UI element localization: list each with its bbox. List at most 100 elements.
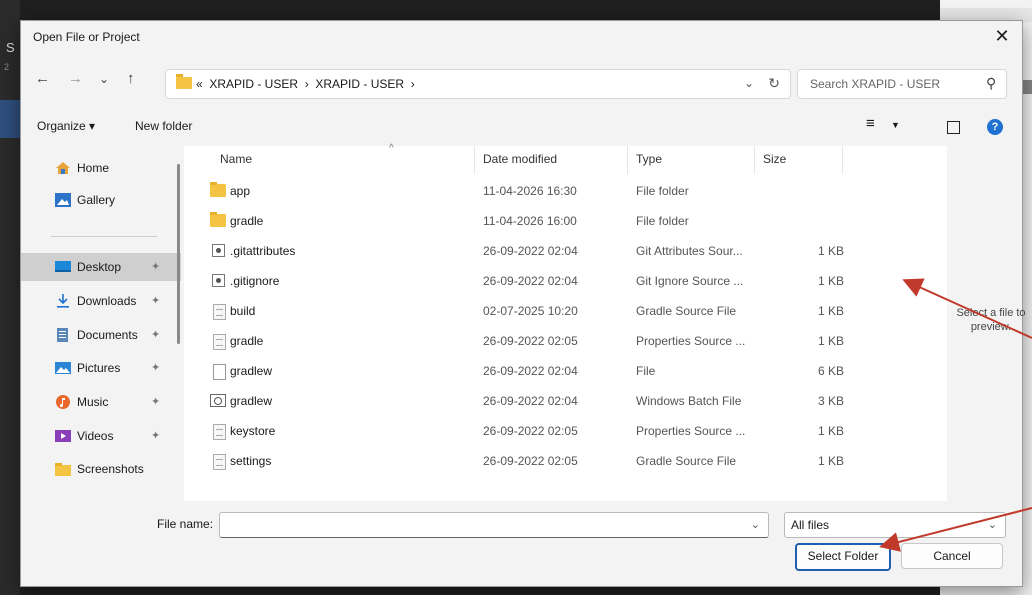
pin-icon[interactable]: ✦ <box>151 328 160 341</box>
sidebar-item-documents[interactable]: Documents ✦ <box>21 321 181 349</box>
file-row[interactable]: gradlew 26-09-2022 02:04 Windows Batch F… <box>204 386 934 416</box>
file-size: 1 KB <box>817 424 844 438</box>
file-name-input[interactable]: ⌄ <box>219 512 769 538</box>
file-type: File folder <box>636 184 689 198</box>
view-options-icon[interactable]: ≡ <box>866 115 875 132</box>
sidebar-item-videos[interactable]: Videos ✦ <box>21 422 181 450</box>
pin-icon[interactable]: ✦ <box>151 361 160 374</box>
search-icon[interactable]: ⚲ <box>986 75 996 92</box>
sidebar-item-label: Screenshots <box>77 462 144 476</box>
file-date: 26-09-2022 02:04 <box>483 364 578 378</box>
column-header-type[interactable]: Type <box>636 152 662 166</box>
address-dropdown-icon[interactable]: ⌄ <box>744 76 754 90</box>
select-folder-button[interactable]: Select Folder <box>795 543 891 571</box>
file-row[interactable]: keystore 26-09-2022 02:05 Properties Sou… <box>204 416 934 446</box>
file-type-filter[interactable]: All files ⌄ <box>784 512 1006 538</box>
preview-pane-icon[interactable] <box>947 121 960 134</box>
address-bar[interactable]: « XRAPID - USER › XRAPID - USER › ⌄ ↻ <box>165 69 791 99</box>
sidebar-item-label: Home <box>77 161 110 175</box>
videos-icon <box>55 430 71 442</box>
search-placeholder[interactable]: Search XRAPID - USER <box>810 77 940 91</box>
column-divider[interactable] <box>627 146 628 174</box>
file-size: 1 KB <box>817 304 844 318</box>
sidebar-item-screenshots[interactable]: Screenshots <box>21 455 181 483</box>
recent-locations-button[interactable]: ⌄ <box>99 71 109 87</box>
pin-icon[interactable]: ✦ <box>151 395 160 408</box>
file-date: 02-07-2025 10:20 <box>483 304 578 318</box>
column-header-size[interactable]: Size <box>763 152 786 166</box>
dialog-footer: File name: ⌄ All files ⌄ Select Folder C… <box>21 501 1022 586</box>
navigation-bar: ← → ⌄ ↑ « XRAPID - USER › XRAPID - USER … <box>21 59 1022 103</box>
forward-button[interactable]: → <box>68 71 83 87</box>
file-row[interactable]: app 11-04-2026 16:30 File folder <box>204 176 934 206</box>
column-header-date-modified[interactable]: Date modified <box>483 152 557 166</box>
file-type-filter-value[interactable]: All files <box>791 518 829 532</box>
breadcrumb[interactable]: « XRAPID - USER › XRAPID - USER › <box>196 77 415 91</box>
sidebar-item-downloads[interactable]: Downloads ✦ <box>21 287 181 315</box>
text-file-icon <box>213 424 226 440</box>
file-row[interactable]: gradle 11-04-2026 16:00 File folder <box>204 206 934 236</box>
folder-icon <box>176 74 192 89</box>
sidebar-item-label: Documents <box>77 328 138 342</box>
text-file-icon <box>213 304 226 320</box>
file-name: gradlew <box>230 364 273 378</box>
chevron-down-icon[interactable]: ⌄ <box>751 518 760 531</box>
file-row[interactable]: build 02-07-2025 10:20 Gradle Source Fil… <box>204 296 934 326</box>
file-size: 1 KB <box>817 244 844 258</box>
close-button[interactable]: ✕ <box>982 21 1022 53</box>
cancel-button[interactable]: Cancel <box>901 543 1003 569</box>
background-selection <box>0 100 20 138</box>
file-size: 1 KB <box>817 454 844 468</box>
back-button[interactable]: ← <box>35 71 50 87</box>
file-size: 1 KB <box>817 274 844 288</box>
organize-menu[interactable]: Organize ▾ <box>37 119 95 133</box>
documents-icon <box>57 328 68 342</box>
file-row[interactable]: gradlew 26-09-2022 02:04 File 6 KB <box>204 356 934 386</box>
file-date: 26-09-2022 02:04 <box>483 244 578 258</box>
pin-icon[interactable]: ✦ <box>151 260 160 273</box>
column-header-name[interactable]: Name <box>220 152 252 166</box>
preview-pane: Select a file to preview. <box>948 146 1026 501</box>
folder-icon <box>55 463 71 476</box>
file-row[interactable]: gradle 26-09-2022 02:05 Properties Sourc… <box>204 326 934 356</box>
text-file-icon <box>213 334 226 350</box>
file-name: .gitignore <box>230 274 280 288</box>
file-date: 11-04-2026 16:30 <box>483 184 577 198</box>
gallery-icon <box>55 193 71 207</box>
file-type: File folder <box>636 214 689 228</box>
sidebar-item-home[interactable]: Home <box>21 154 181 182</box>
refresh-icon[interactable]: ↻ <box>768 75 780 92</box>
search-box[interactable]: Search XRAPID - USER ⚲ <box>797 69 1007 99</box>
column-divider[interactable] <box>474 146 475 174</box>
sidebar-item-gallery[interactable]: Gallery <box>21 186 181 214</box>
file-date: 26-09-2022 02:04 <box>483 394 578 408</box>
folder-icon <box>210 212 226 227</box>
preview-message: Select a file to preview. <box>956 307 1026 333</box>
sidebar-item-pictures[interactable]: Pictures ✦ <box>21 354 181 382</box>
settings-file-icon <box>212 274 225 287</box>
sidebar-item-desktop[interactable]: Desktop ✦ <box>21 253 181 281</box>
downloads-icon <box>57 294 69 308</box>
sidebar-item-label: Music <box>77 395 109 409</box>
file-date: 26-09-2022 02:05 <box>483 334 578 348</box>
new-folder-button[interactable]: New folder <box>135 119 192 133</box>
file-row[interactable]: .gitignore 26-09-2022 02:04 Git Ignore S… <box>204 266 934 296</box>
up-button[interactable]: ↑ <box>127 71 135 87</box>
pin-icon[interactable]: ✦ <box>151 429 160 442</box>
file-name-label: File name: <box>157 517 214 531</box>
file-row[interactable]: settings 26-09-2022 02:05 Gradle Source … <box>204 446 934 476</box>
column-divider[interactable] <box>754 146 755 174</box>
sidebar-item-music[interactable]: Music ✦ <box>21 388 181 416</box>
chevron-down-icon[interactable]: ⌄ <box>988 518 997 531</box>
view-dropdown-icon[interactable]: ▼ <box>891 120 900 130</box>
file-date: 26-09-2022 02:05 <box>483 454 578 468</box>
help-icon[interactable]: ? <box>987 119 1003 135</box>
sidebar-scrollbar[interactable] <box>177 164 180 344</box>
pictures-icon <box>55 362 71 374</box>
home-icon <box>56 162 70 174</box>
sidebar-item-label: Gallery <box>77 193 116 207</box>
batch-file-icon <box>210 394 226 407</box>
column-divider[interactable] <box>842 146 843 174</box>
file-row[interactable]: .gitattributes 26-09-2022 02:04 Git Attr… <box>204 236 934 266</box>
pin-icon[interactable]: ✦ <box>151 294 160 307</box>
